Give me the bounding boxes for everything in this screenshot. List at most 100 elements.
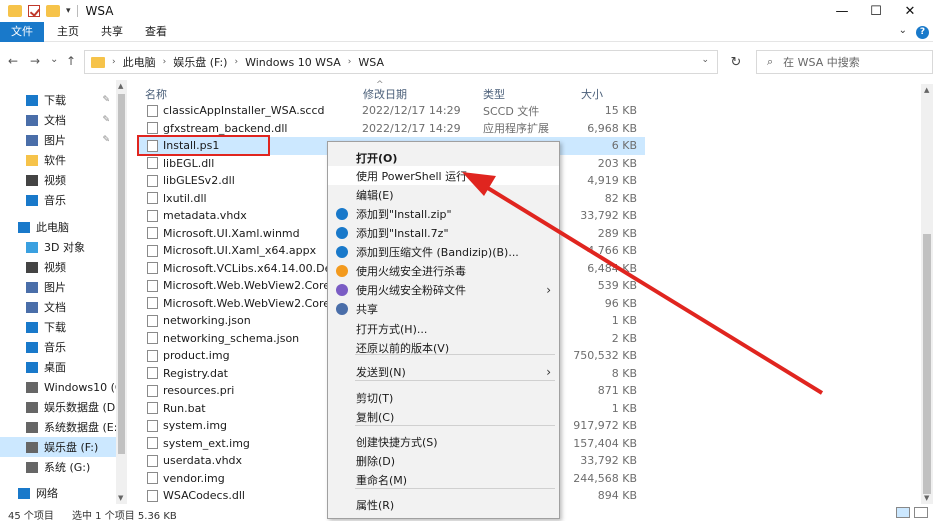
file-name: Registry.dat	[163, 366, 228, 380]
forward-button[interactable]: →	[30, 54, 40, 68]
breadcrumb-drive-f[interactable]: 娱乐盘 (F:)	[173, 54, 227, 70]
sidebar-item[interactable]: 视频	[0, 170, 116, 190]
menu-item[interactable]: 创建快捷方式(S)	[328, 432, 559, 451]
quick-access-dropdown-icon[interactable]: ▾	[66, 6, 71, 16]
menu-item-label: 剪切(T)	[356, 391, 394, 405]
menu-item[interactable]: 删除(D)	[328, 451, 559, 470]
file-size: 750,532 KB	[573, 349, 637, 363]
sidebar-item[interactable]: 图片	[0, 277, 116, 297]
sidebar-item[interactable]: 此电脑	[0, 217, 116, 237]
drive-icon	[26, 461, 38, 473]
table-row[interactable]: classicAppInstaller_WSA.sccd 2022/12/17 1…	[137, 102, 645, 120]
file-name: userdata.vhdx	[163, 454, 243, 468]
picture-icon	[26, 281, 38, 293]
menu-item[interactable]: 重命名(M)	[328, 470, 559, 489]
sidebar-item[interactable]: 下载 ✎	[0, 90, 116, 110]
breadcrumb-this-pc[interactable]: 此电脑	[123, 54, 156, 70]
column-size[interactable]: 大小	[581, 86, 603, 102]
sidebar-item[interactable]: 音乐	[0, 337, 116, 357]
sidebar-item[interactable]: 网络	[0, 483, 116, 503]
sidebar-item-label: 音乐	[44, 194, 66, 207]
menu-item[interactable]: 发送到(N) ›	[328, 362, 559, 381]
refresh-button[interactable]: ↻	[724, 50, 748, 74]
chevron-right-icon[interactable]: ›	[163, 57, 167, 67]
file-name: classicAppInstaller_WSA.sccd	[163, 104, 325, 118]
sidebar-item[interactable]: 桌面	[0, 357, 116, 377]
sidebar-item[interactable]: 3D 对象	[0, 237, 116, 257]
menu-item[interactable]: 添加到"Install.7z"	[328, 223, 559, 242]
menu-item[interactable]: 复制(C)	[328, 407, 559, 426]
sidebar-item[interactable]: 文档	[0, 297, 116, 317]
menu-item[interactable]: 打开方式(H)...	[328, 319, 559, 338]
back-button[interactable]: ←	[8, 54, 18, 68]
up-button[interactable]: ↑	[66, 54, 76, 68]
sidebar-item[interactable]: 软件	[0, 150, 116, 170]
help-icon[interactable]: ?	[916, 26, 929, 39]
sidebar-item[interactable]: 视频	[0, 257, 116, 277]
tab-home[interactable]: 主页	[48, 22, 88, 42]
column-date[interactable]: 修改日期	[363, 86, 407, 102]
breadcrumb-windows10-wsa[interactable]: Windows 10 WSA	[245, 56, 341, 69]
folder-icon	[8, 5, 22, 17]
tab-file[interactable]: 文件	[0, 22, 44, 42]
tab-view[interactable]: 查看	[136, 22, 176, 42]
sidebar-item[interactable]: 系统 (G:)	[0, 457, 116, 477]
address-dropdown-icon[interactable]: ⌄	[701, 55, 709, 65]
sidebar-item[interactable]: 图片 ✎	[0, 130, 116, 150]
chevron-right-icon[interactable]: ›	[348, 57, 352, 67]
scroll-down-icon[interactable]: ▼	[118, 494, 123, 502]
scroll-up-icon[interactable]: ▲	[118, 82, 123, 90]
menu-item[interactable]: 剪切(T)	[328, 388, 559, 407]
file-icon	[147, 384, 158, 397]
file-size: 6,968 KB	[587, 121, 637, 135]
search-input[interactable]: ⌕ 在 WSA 中搜索	[756, 50, 933, 74]
sidebar-item[interactable]: 娱乐数据盘 (D:)	[0, 397, 116, 417]
file-scroll-thumb[interactable]	[923, 234, 931, 494]
recent-locations-button[interactable]: ⌄	[50, 54, 58, 65]
nav-scroll-thumb[interactable]	[118, 94, 125, 454]
column-name[interactable]: 名称	[145, 86, 167, 102]
folder-icon	[26, 154, 38, 166]
menu-item[interactable]: 使用 PowerShell 运行	[328, 166, 559, 185]
file-icon	[147, 104, 158, 117]
sidebar-item[interactable]: 系统数据盘 (E:)	[0, 417, 116, 437]
file-size: 917,972 KB	[573, 419, 637, 433]
menu-item[interactable]: 使用火绒安全进行杀毒	[328, 261, 559, 280]
network-icon	[18, 487, 30, 499]
tab-share[interactable]: 共享	[92, 22, 132, 42]
chevron-right-icon[interactable]: ›	[112, 57, 116, 67]
file-icon	[147, 157, 158, 170]
menu-item[interactable]: 编辑(E)	[328, 185, 559, 204]
properties-check-icon[interactable]	[28, 5, 40, 17]
close-button[interactable]: ✕	[887, 0, 933, 22]
sidebar-item[interactable]: 音乐	[0, 190, 116, 210]
large-icons-view-icon[interactable]	[914, 507, 928, 518]
file-size: 871 KB	[597, 384, 637, 398]
file-size: 203 KB	[597, 156, 637, 170]
menu-item[interactable]: 打开(O)	[328, 148, 559, 167]
file-icon	[147, 489, 158, 502]
menu-item[interactable]: 添加到"Install.zip"	[328, 204, 559, 223]
sidebar-item[interactable]: Windows10 (C:	[0, 377, 116, 397]
menu-item[interactable]: 共享	[328, 299, 559, 318]
nav-scrollbar[interactable]: ▲ ▼	[116, 80, 127, 504]
address-bar[interactable]: › 此电脑 › 娱乐盘 (F:) › Windows 10 WSA › WSA …	[84, 50, 718, 74]
scroll-down-icon[interactable]: ▼	[924, 494, 929, 502]
sidebar-item[interactable]: 娱乐盘 (F:)	[0, 437, 116, 457]
menu-item[interactable]: 属性(R)	[328, 495, 559, 514]
sidebar-item[interactable]: 文档 ✎	[0, 110, 116, 130]
menu-item[interactable]: 使用火绒安全粉碎文件 ›	[328, 280, 559, 299]
menu-item-label: 使用 PowerShell 运行	[356, 169, 468, 183]
scroll-up-icon[interactable]: ▲	[924, 86, 929, 94]
breadcrumb-wsa[interactable]: WSA	[358, 56, 384, 69]
drive-icon	[26, 401, 38, 413]
menu-item[interactable]: 添加到压缩文件 (Bandizip)(B)...	[328, 242, 559, 261]
details-view-icon[interactable]	[896, 507, 910, 518]
chevron-right-icon[interactable]: ›	[234, 57, 238, 67]
file-list-scrollbar[interactable]: ▲ ▼	[921, 84, 933, 504]
new-folder-icon[interactable]	[46, 5, 60, 17]
column-type[interactable]: 类型	[483, 86, 505, 102]
ribbon-expand-icon[interactable]: ⌄	[899, 25, 907, 36]
file-icon	[147, 314, 158, 327]
sidebar-item[interactable]: 下载	[0, 317, 116, 337]
